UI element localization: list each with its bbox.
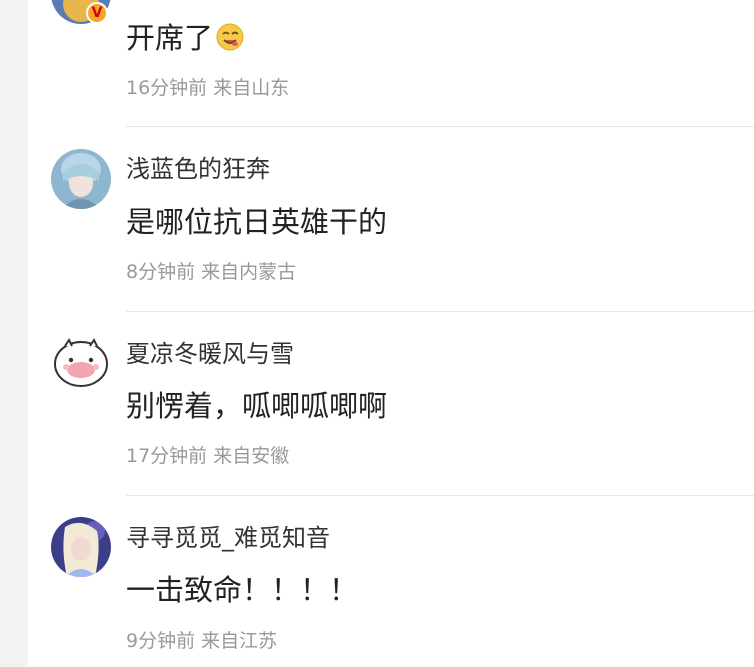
comment-item: V 开席了 16分钟前 来自山东 <box>28 0 754 127</box>
comment-meta: 17分钟前 来自安徽 <box>126 445 290 467</box>
comment-text: 开席了 <box>126 21 214 55</box>
yum-face-emoji-icon <box>215 22 245 60</box>
comment-item: 浅蓝色的狂奔 是哪位抗日英雄干的 8分钟前 来自内蒙古 <box>28 127 754 312</box>
comment-meta: 8分钟前 来自内蒙古 <box>126 261 297 283</box>
comment-meta: 9分钟前 来自江苏 <box>126 630 278 652</box>
verified-badge-icon: V <box>86 2 108 24</box>
avatar[interactable] <box>51 334 111 394</box>
comment-meta: 16分钟前 来自山东 <box>126 77 290 99</box>
left-gutter <box>0 0 28 667</box>
comment-content: 一击致命！！！！ <box>126 573 359 607</box>
comment-item: 夏凉冬暖风与雪 别愣着，呱唧呱唧啊 17分钟前 来自安徽 <box>28 312 754 496</box>
comment-item: 寻寻觅觅_难觅知音 一击致命！！！！ 9分钟前 来自江苏 <box>28 496 754 667</box>
comment-content: 别愣着，呱唧呱唧啊 <box>126 389 388 423</box>
comment-username[interactable]: 夏凉冬暖风与雪 <box>126 339 294 369</box>
comment-username[interactable]: 寻寻觅觅_难觅知音 <box>126 523 330 553</box>
avatar[interactable] <box>51 149 111 209</box>
avatar[interactable] <box>51 517 111 577</box>
comment-content: 是哪位抗日英雄干的 <box>126 205 388 239</box>
comment-content: 开席了 <box>126 20 245 60</box>
comment-username[interactable]: 浅蓝色的狂奔 <box>126 154 270 184</box>
